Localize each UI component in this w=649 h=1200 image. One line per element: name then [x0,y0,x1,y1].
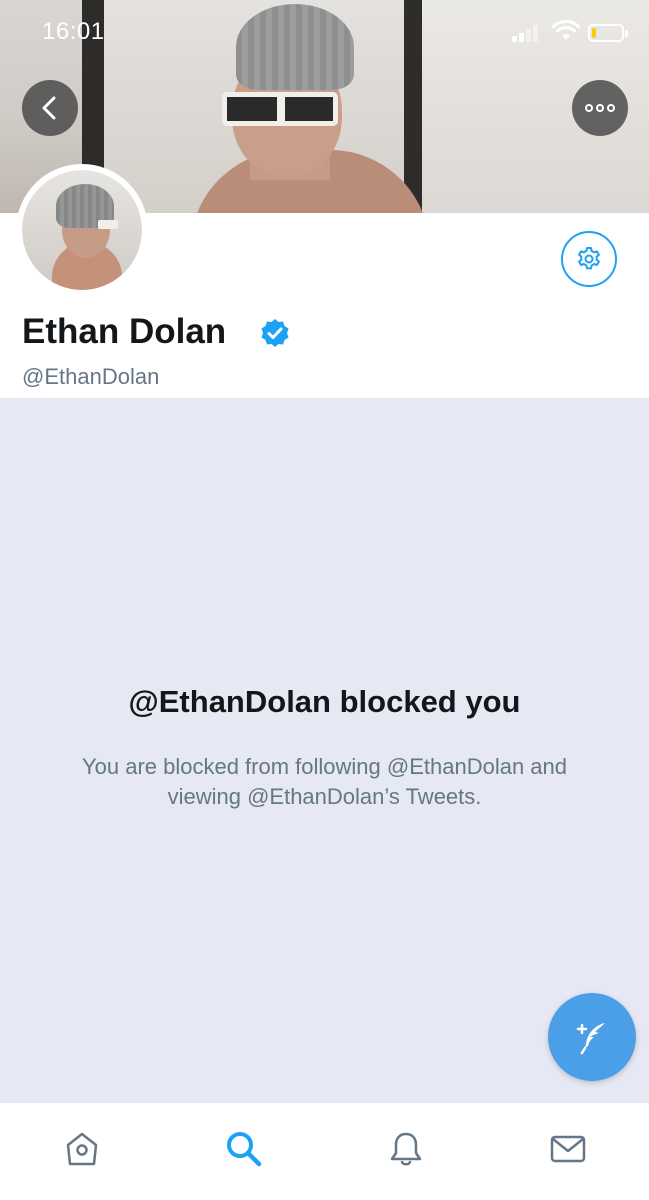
avatar-image [22,170,142,290]
avatar[interactable] [16,164,148,296]
tab-search[interactable] [222,1127,266,1171]
profile-handle: @EthanDolan [22,364,160,389]
profile-settings-button[interactable] [561,231,617,287]
bell-icon [390,1132,422,1166]
photo-sunglasses [222,92,338,126]
more-dots-icon [585,104,615,112]
compose-tweet-icon [576,1023,605,1055]
more-options-button[interactable] [572,80,628,136]
back-button[interactable] [22,80,78,136]
envelope-icon [550,1135,586,1163]
tab-notifications[interactable] [384,1127,428,1171]
wifi-icon [552,20,580,40]
battery-icon [588,24,628,42]
battery-level [592,28,596,38]
status-bar: 16:01 [0,0,649,62]
tab-home[interactable] [60,1127,104,1171]
profile-display-name: Ethan Dolan [22,312,227,351]
chevron-left-icon [42,96,56,120]
tab-messages[interactable] [546,1127,590,1171]
blocked-message: You are blocked from following @EthanDol… [81,754,568,809]
status-time: 16:01 [42,18,105,45]
cellular-signal-icon [512,24,542,42]
compose-tweet-button[interactable] [548,993,636,1081]
blocked-title: @EthanDolan blocked you [128,684,521,719]
gear-icon [578,247,600,270]
bottom-tab-bar [0,1102,649,1200]
home-icon [66,1132,98,1166]
verified-badge-icon [261,319,289,347]
blocked-notice-panel: @EthanDolan blocked you You are blocked … [0,398,649,1102]
search-icon [227,1132,262,1167]
